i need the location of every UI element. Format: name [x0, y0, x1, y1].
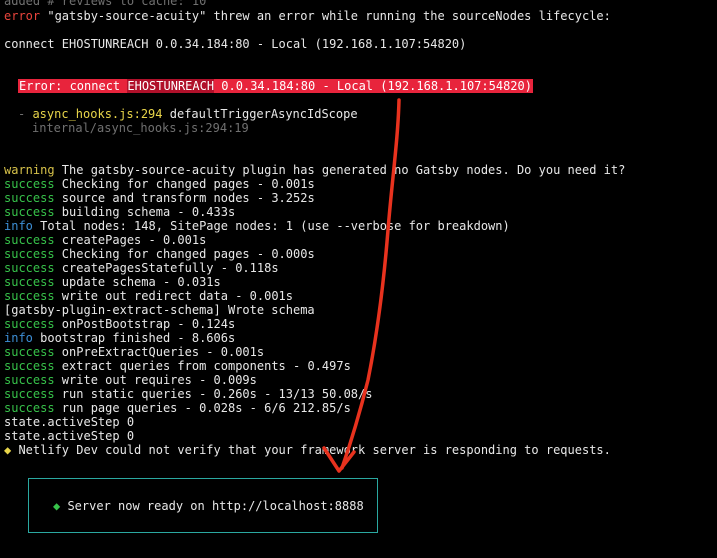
- stack-trace-frame: - async_hooks.js:294 defaultTriggerAsync…: [18, 107, 358, 121]
- log-line-success: success source and transform nodes - 3.2…: [4, 191, 315, 205]
- log-line-state: state.activeStep 0: [4, 415, 135, 429]
- log-line-success: success createPages - 0.001s: [4, 233, 207, 247]
- log-line-connect: connect EHOSTUNREACH 0.0.34.184:80 - Loc…: [4, 37, 467, 51]
- log-line-success: success createPagesStatefully - 0.118s: [4, 261, 279, 275]
- log-line-state: state.activeStep 0: [4, 429, 135, 443]
- log-line-success: success run page queries - 0.028s - 6/6 …: [4, 401, 351, 415]
- server-ready-message: ◆ Server now ready on http://localhost:8…: [53, 499, 364, 513]
- log-line-info: info bootstrap finished - 8.606s: [4, 331, 236, 345]
- log-line-success: success Checking for changed pages - 0.0…: [4, 247, 315, 261]
- server-ready-box: ◆ Server now ready on http://localhost:8…: [28, 478, 378, 533]
- stack-trace-path: internal/async_hooks.js:294:19: [32, 121, 249, 135]
- log-line-success: success extract queries from components …: [4, 359, 351, 373]
- log-line-warning: warning The gatsby-source-acuity plugin …: [4, 163, 626, 177]
- terminal-output[interactable]: added # reviews to cache: 10 error "gats…: [0, 0, 717, 558]
- log-line-plugin: [gatsby-plugin-extract-schema] Wrote sch…: [4, 303, 315, 317]
- log-line-success: success onPostBootstrap - 0.124s: [4, 317, 236, 331]
- log-line-success: success building schema - 0.433s: [4, 205, 236, 219]
- log-line-netlify: ◆ Netlify Dev could not verify that your…: [4, 443, 611, 457]
- log-line-success: success write out requires - 0.009s: [4, 373, 257, 387]
- log-line-success: success onPreExtractQueries - 0.001s: [4, 345, 265, 359]
- log-line-success: success Checking for changed pages - 0.0…: [4, 177, 315, 191]
- error-banner: Error: connect EHOSTUNREACH 0.0.34.184:8…: [18, 79, 533, 93]
- log-line-info: info Total nodes: 148, SitePage nodes: 1…: [4, 219, 510, 233]
- log-line-success: success update schema - 0.031s: [4, 275, 221, 289]
- log-line-error: error "gatsby-source-acuity" threw an er…: [4, 9, 611, 23]
- log-line-success: success write out redirect data - 0.001s: [4, 289, 293, 303]
- log-line-success: success run static queries - 0.260s - 13…: [4, 387, 373, 401]
- log-line-cache: added # reviews to cache: 10: [4, 0, 207, 8]
